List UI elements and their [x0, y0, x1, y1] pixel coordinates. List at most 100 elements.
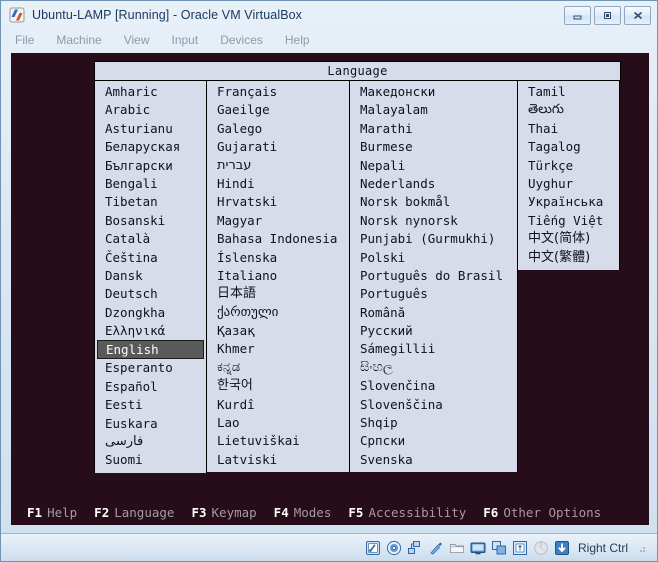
language-item[interactable]: Italiano [207, 267, 349, 285]
language-item[interactable]: Galego [207, 120, 349, 138]
language-item[interactable]: Tiếng Việt [518, 212, 619, 230]
language-item[interactable]: 中文(繁體) [518, 249, 619, 267]
language-item[interactable]: Gaeilge [207, 101, 349, 119]
language-item[interactable]: Српски [350, 432, 517, 450]
language-item[interactable]: Sámegillii [350, 340, 517, 358]
language-item[interactable]: Shqip [350, 414, 517, 432]
language-item[interactable]: Slovenščina [350, 396, 517, 414]
language-item[interactable]: Malayalam [350, 101, 517, 119]
language-item[interactable]: ಕನ್ನಡ [207, 359, 349, 377]
function-key-f3[interactable]: F3 Keymap [191, 505, 256, 520]
function-key-f4[interactable]: F4 Modes [274, 505, 332, 520]
language-item[interactable]: עברית [207, 157, 349, 175]
hard-disk-icon[interactable] [365, 540, 381, 556]
language-item[interactable]: Nepali [350, 157, 517, 175]
language-item[interactable]: Uyghur [518, 175, 619, 193]
display-icon[interactable] [470, 540, 486, 556]
language-item[interactable]: Français [207, 83, 349, 101]
language-item[interactable]: Dzongkha [95, 304, 206, 322]
shared-folders-icon[interactable] [449, 540, 465, 556]
language-item[interactable]: Беларуская [95, 138, 206, 156]
language-item[interactable]: Dansk [95, 267, 206, 285]
resize-grip[interactable] [635, 542, 647, 554]
network-icon[interactable] [407, 540, 423, 556]
language-item[interactable]: Asturianu [95, 120, 206, 138]
close-button[interactable] [624, 6, 651, 25]
language-item[interactable]: Ελληνικά [95, 322, 206, 340]
language-item[interactable]: Íslenska [207, 249, 349, 267]
language-item[interactable]: Български [95, 157, 206, 175]
menu-item-view[interactable]: View [124, 33, 150, 47]
language-item[interactable]: Bengali [95, 175, 206, 193]
language-item[interactable]: Punjabi (Gurmukhi) [350, 230, 517, 248]
menu-item-help[interactable]: Help [285, 33, 310, 47]
language-item[interactable]: Eesti [95, 396, 206, 414]
language-item[interactable]: Euskara [95, 415, 206, 433]
mouse-icon[interactable] [533, 540, 549, 556]
language-item[interactable]: Thai [518, 120, 619, 138]
language-item[interactable]: Bosanski [95, 212, 206, 230]
host-key-icon[interactable] [554, 540, 570, 556]
language-item[interactable]: 中文(简体) [518, 230, 619, 248]
restore-button[interactable] [594, 6, 621, 25]
language-item[interactable]: Arabic [95, 101, 206, 119]
language-item[interactable]: Kurdî [207, 396, 349, 414]
language-item[interactable]: Norsk nynorsk [350, 212, 517, 230]
language-item[interactable]: 한국어 [207, 377, 349, 395]
language-item[interactable]: Deutsch [95, 285, 206, 303]
vm-display[interactable]: Language Amharic Arabic Asturianu Беларуска… [11, 53, 649, 525]
language-item[interactable]: తెలుగు [518, 101, 619, 119]
language-item[interactable]: Tamil [518, 83, 619, 101]
language-item[interactable]: Khmer [207, 340, 349, 358]
remote-desktop-icon[interactable] [491, 540, 507, 556]
language-item[interactable]: Lao [207, 414, 349, 432]
function-key-f5[interactable]: F5 Accessibility [348, 505, 466, 520]
language-item[interactable]: Türkçe [518, 157, 619, 175]
language-item[interactable]: Română [350, 304, 517, 322]
minimize-button[interactable] [564, 6, 591, 25]
language-item[interactable]: Marathi [350, 120, 517, 138]
language-item[interactable]: Amharic [95, 83, 206, 101]
language-item[interactable]: Українська [518, 193, 619, 211]
language-item[interactable]: ქართული [207, 304, 349, 322]
language-item[interactable]: 日本語 [207, 285, 349, 303]
language-item[interactable]: Suomi [95, 451, 206, 469]
usb-icon[interactable] [428, 540, 444, 556]
language-item[interactable]: Svenska [350, 451, 517, 469]
language-item[interactable]: Burmese [350, 138, 517, 156]
language-item[interactable]: Tibetan [95, 193, 206, 211]
menu-item-file[interactable]: File [15, 33, 34, 47]
language-item[interactable]: فارسی [95, 433, 206, 451]
language-item[interactable]: Bahasa Indonesia [207, 230, 349, 248]
language-item[interactable]: Català [95, 230, 206, 248]
language-item[interactable]: Nederlands [350, 175, 517, 193]
language-item[interactable]: Slovenčina [350, 377, 517, 395]
language-item[interactable]: Magyar [207, 212, 349, 230]
language-item[interactable]: Čeština [95, 249, 206, 267]
language-item[interactable]: Esperanto [95, 359, 206, 377]
menu-item-machine[interactable]: Machine [56, 33, 101, 47]
language-item[interactable]: Português do Brasil [350, 267, 517, 285]
language-item-selected[interactable]: English [97, 340, 204, 360]
language-item[interactable]: Português [350, 285, 517, 303]
language-item[interactable]: Gujarati [207, 138, 349, 156]
menu-item-devices[interactable]: Devices [220, 33, 263, 47]
language-item[interactable]: Қазақ [207, 322, 349, 340]
language-item[interactable]: Македонски [350, 83, 517, 101]
language-item[interactable]: Tagalog [518, 138, 619, 156]
function-key-f6[interactable]: F6 Other Options [483, 505, 601, 520]
optical-disk-icon[interactable] [386, 540, 402, 556]
language-item[interactable]: Español [95, 378, 206, 396]
function-key-f1[interactable]: F1 Help [27, 505, 77, 520]
language-item[interactable]: Latviski [207, 451, 349, 469]
usb-controller-icon[interactable] [512, 540, 528, 556]
menu-item-input[interactable]: Input [172, 33, 199, 47]
language-item[interactable]: Polski [350, 249, 517, 267]
language-item[interactable]: Norsk bokmål [350, 193, 517, 211]
language-item[interactable]: Lietuviškai [207, 432, 349, 450]
language-item[interactable]: සිංහල [350, 359, 517, 377]
language-item[interactable]: Hrvatski [207, 193, 349, 211]
language-item[interactable]: Русский [350, 322, 517, 340]
language-item[interactable]: Hindi [207, 175, 349, 193]
function-key-f2[interactable]: F2 Language [94, 505, 174, 520]
